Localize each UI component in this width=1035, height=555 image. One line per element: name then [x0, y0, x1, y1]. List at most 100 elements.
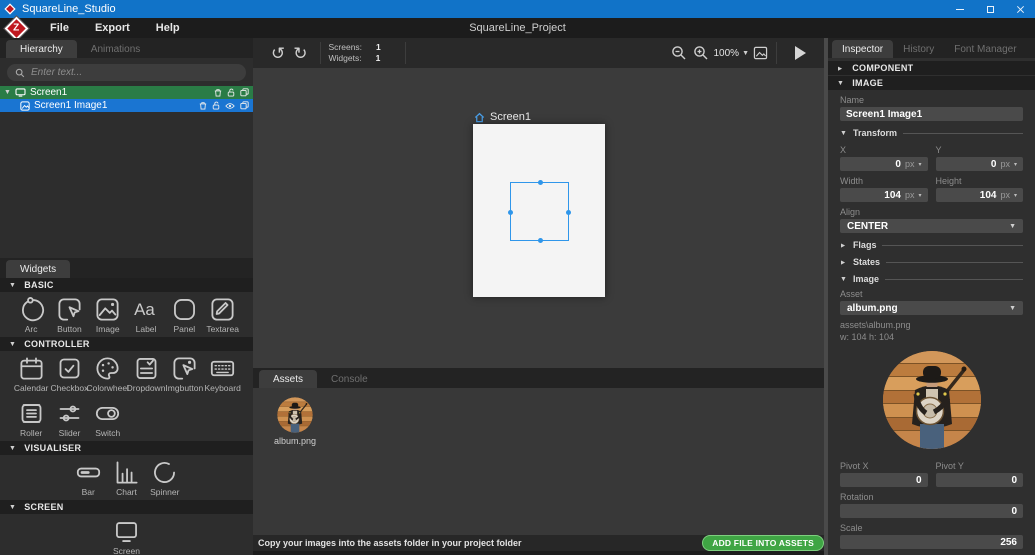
expand-caret-icon[interactable]: ▼ [4, 89, 11, 96]
section-visualiser[interactable]: ▼ VISUALISER [0, 441, 253, 455]
widget-arc[interactable]: Arc [12, 296, 50, 334]
asset-select[interactable]: album.png ▼ [840, 301, 1023, 315]
play-button[interactable] [795, 46, 806, 60]
assets-grid: album.png [253, 388, 828, 535]
search-input[interactable] [31, 67, 238, 78]
height-label: Height [935, 176, 962, 186]
widget-calendar[interactable]: Calendar [12, 355, 50, 393]
tab-console[interactable]: Console [317, 370, 382, 388]
tree-row-screen1[interactable]: ▼ Screen1 [0, 86, 253, 99]
widget-keyboard[interactable]: Keyboard [203, 355, 241, 393]
hierarchy-search[interactable] [7, 64, 246, 81]
widget-panel[interactable]: Panel [165, 296, 203, 334]
unit-dropdown-icon[interactable]: ▾ [918, 161, 921, 168]
section-screen[interactable]: ▼ SCREEN [0, 500, 253, 514]
name-input[interactable]: Screen1 Image1 [840, 107, 1023, 121]
collapsed-caret-icon: ▼ [839, 258, 847, 266]
image-subheader[interactable]: ▼ Image [840, 274, 1023, 284]
undo-button[interactable]: ↺ [267, 45, 289, 62]
delete-icon[interactable] [214, 88, 222, 97]
zoom-level-dropdown[interactable]: 100% ▼ [709, 48, 753, 59]
section-image[interactable]: ▼ IMAGE [828, 76, 1035, 90]
image-widget-selection[interactable] [508, 179, 571, 243]
tab-inspector[interactable]: Inspector [832, 40, 894, 58]
widget-button[interactable]: Button [50, 296, 88, 334]
slider-icon [59, 405, 80, 422]
widget-chart[interactable]: Chart [107, 459, 145, 497]
collapse-caret-icon: ▼ [9, 503, 17, 511]
screen1-artboard[interactable] [473, 124, 605, 297]
resize-handle-right[interactable] [566, 209, 571, 215]
asset-album-png[interactable]: album.png [265, 397, 325, 446]
widget-roller[interactable]: Roller [12, 400, 50, 438]
unit-dropdown-icon[interactable]: ▾ [1014, 192, 1017, 199]
divider [404, 42, 406, 64]
widget-image[interactable]: Image [89, 296, 127, 334]
pivot-x-input[interactable]: 0 [840, 473, 928, 488]
widget-dropdown[interactable]: Dropdown [127, 355, 165, 393]
inspector-panel: Inspector History Font Manager ▼ COMPONE… [828, 38, 1035, 555]
flags-subheader[interactable]: ▼ Flags [840, 240, 1023, 250]
section-controller[interactable]: ▼ CONTROLLER [0, 337, 253, 351]
rotation-input[interactable]: 0 [840, 504, 1023, 519]
unit-dropdown-icon[interactable]: ▾ [1014, 161, 1017, 168]
minimize-button[interactable] [945, 0, 975, 18]
unlock-icon[interactable] [212, 101, 220, 110]
maximize-button[interactable] [975, 0, 1005, 18]
widgets-panel: Widgets ▼ BASIC Arc Button Image Aa Labe… [0, 258, 253, 555]
resize-handle-top[interactable] [538, 179, 543, 185]
duplicate-icon[interactable] [240, 101, 249, 110]
y-input[interactable]: 0 px ▾ [935, 157, 1023, 171]
height-input[interactable]: 104 px ▾ [935, 188, 1023, 202]
tab-assets[interactable]: Assets [259, 370, 318, 388]
widget-label[interactable]: Aa Label [127, 296, 165, 334]
transform-subheader[interactable]: ▼ Transform [840, 128, 1023, 138]
widget-spinner[interactable]: Spinner [146, 459, 184, 497]
redo-button[interactable]: ↻ [289, 45, 311, 62]
scale-input[interactable]: 256 [840, 535, 1023, 550]
chart-icon [116, 461, 138, 484]
zoom-in-icon[interactable] [693, 45, 709, 61]
menu-help[interactable]: Help [143, 22, 193, 34]
window-title: SquareLine_Studio [22, 3, 116, 15]
close-button[interactable] [1005, 0, 1035, 18]
widget-screen[interactable]: Screen [107, 518, 145, 555]
menu-export[interactable]: Export [82, 22, 143, 34]
divider [776, 42, 777, 64]
section-basic[interactable]: ▼ BASIC [0, 278, 253, 292]
resize-handle-left[interactable] [508, 209, 513, 215]
menu-file[interactable]: File [37, 22, 82, 34]
widget-checkbox[interactable]: Checkbox [50, 355, 88, 393]
unit-dropdown-icon[interactable]: ▾ [918, 192, 921, 199]
zoom-out-icon[interactable] [671, 45, 687, 61]
section-component[interactable]: ▼ COMPONENT [828, 61, 1035, 75]
widget-colorwheel[interactable]: Colorwheel [86, 355, 129, 393]
widget-bar[interactable]: Bar [69, 459, 107, 497]
states-subheader[interactable]: ▼ States [840, 257, 1023, 267]
delete-icon[interactable] [199, 101, 207, 110]
tab-hierarchy[interactable]: Hierarchy [6, 40, 77, 58]
app-logo-icon [4, 3, 16, 15]
align-select[interactable]: CENTER ▼ [840, 219, 1023, 233]
tab-history[interactable]: History [893, 40, 944, 58]
widget-textarea[interactable]: Textarea [203, 296, 241, 334]
design-canvas[interactable]: Screen1 [253, 68, 828, 368]
widget-imgbutton[interactable]: Imgbutton [165, 355, 203, 393]
fit-screen-icon[interactable] [753, 46, 768, 60]
canvas-screen-label[interactable]: Screen1 [490, 111, 531, 123]
unlock-icon[interactable] [227, 88, 235, 97]
x-input[interactable]: 0 px ▾ [840, 157, 928, 171]
tab-animations[interactable]: Animations [77, 40, 154, 58]
pivot-y-input[interactable]: 0 [935, 473, 1023, 488]
arc-icon [21, 297, 44, 322]
resize-handle-bottom[interactable] [538, 237, 543, 243]
add-file-into-assets-button[interactable]: ADD FILE INTO ASSETS [702, 535, 824, 551]
visibility-icon[interactable] [225, 102, 235, 110]
tree-row-screen1-image1[interactable]: Screen1 Image1 [0, 99, 253, 112]
tab-font-manager[interactable]: Font Manager [944, 40, 1026, 58]
duplicate-icon[interactable] [240, 88, 249, 97]
widget-slider[interactable]: Slider [50, 400, 88, 438]
widget-switch[interactable]: Switch [89, 400, 127, 438]
width-input[interactable]: 104 px ▾ [840, 188, 928, 202]
tab-widgets[interactable]: Widgets [6, 260, 71, 278]
